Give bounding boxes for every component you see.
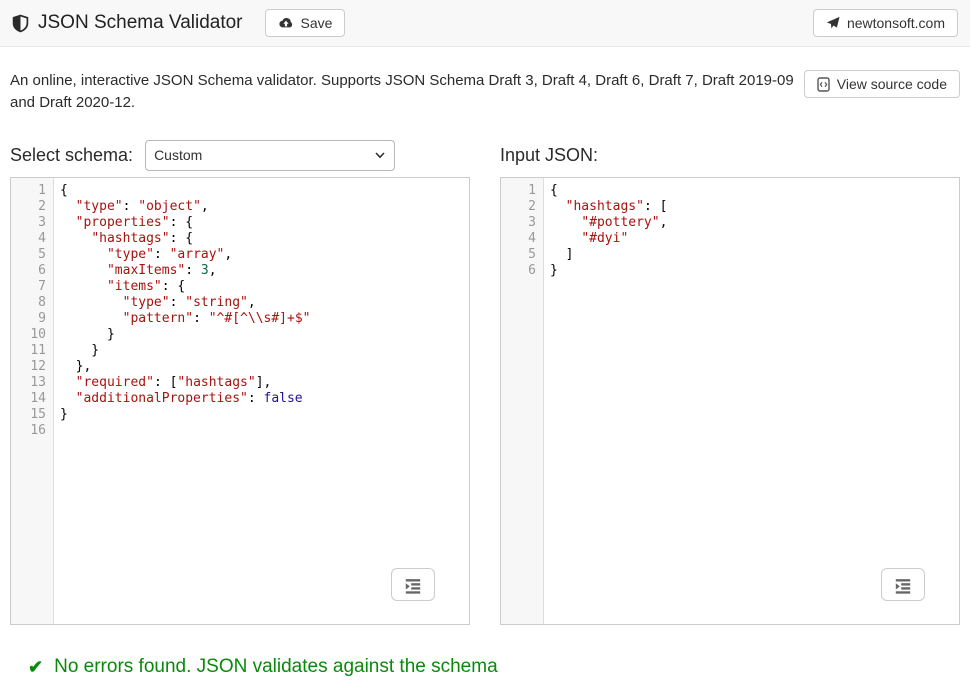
code-line: 3 "#pottery", <box>501 215 959 231</box>
line-number: 14 <box>11 391 54 407</box>
code-line: 2 "hashtags": [ <box>501 199 959 215</box>
schema-code: 1{2 "type": "object",3 "properties": {4 … <box>11 178 469 439</box>
newtonsoft-link-button[interactable]: newtonsoft.com <box>813 9 958 37</box>
brand: JSON Schema Validator <box>12 12 243 34</box>
code-line: 7 "items": { <box>11 279 469 295</box>
line-number: 7 <box>11 279 54 295</box>
select-schema-label: Select schema: <box>10 145 133 166</box>
line-number: 5 <box>11 247 54 263</box>
save-button-label: Save <box>301 15 333 31</box>
line-number: 6 <box>501 263 544 279</box>
code-line: 15} <box>11 407 469 423</box>
code-line: 2 "type": "object", <box>11 199 469 215</box>
line-number: 5 <box>501 247 544 263</box>
code-line: 11 } <box>11 343 469 359</box>
schema-editor[interactable]: 1{2 "type": "object",3 "properties": {4 … <box>10 177 470 625</box>
line-number: 2 <box>501 199 544 215</box>
navbar: JSON Schema Validator Save newtonsoft.co… <box>0 0 970 47</box>
code-line: 13 "required": ["hashtags"], <box>11 375 469 391</box>
schema-select[interactable]: Custom <box>145 140 395 171</box>
schema-panel: Select schema: Custom 1{2 "type": "objec… <box>10 138 470 625</box>
code-line: 5 ] <box>501 247 959 263</box>
code-line: 9 "pattern": "^#[^\\s#]+$" <box>11 311 469 327</box>
editor-panels: Select schema: Custom 1{2 "type": "objec… <box>10 138 960 625</box>
code-line: 8 "type": "string", <box>11 295 469 311</box>
indent-icon <box>892 576 914 594</box>
code-line: 12 }, <box>11 359 469 375</box>
status-message: No errors found. JSON validates against … <box>54 656 498 678</box>
json-editor[interactable]: 1{2 "hashtags": [3 "#pottery",4 "#dyi"5 … <box>500 177 960 625</box>
json-code: 1{2 "hashtags": [3 "#pottery",4 "#dyi"5 … <box>501 178 959 279</box>
code-line: 1{ <box>501 183 959 199</box>
newtonsoft-link-label: newtonsoft.com <box>847 15 945 31</box>
line-number: 3 <box>11 215 54 231</box>
main-content: An online, interactive JSON Schema valid… <box>0 70 970 678</box>
code-line: 6} <box>501 263 959 279</box>
line-number: 9 <box>11 311 54 327</box>
intro-section: An online, interactive JSON Schema valid… <box>10 70 960 114</box>
code-line: 14 "additionalProperties": false <box>11 391 469 407</box>
line-number: 10 <box>11 327 54 343</box>
code-line: 4 "#dyi" <box>501 231 959 247</box>
view-source-label: View source code <box>837 76 947 92</box>
line-number: 4 <box>501 231 544 247</box>
line-number: 4 <box>11 231 54 247</box>
app-description: An online, interactive JSON Schema valid… <box>10 70 804 114</box>
code-line: 6 "maxItems": 3, <box>11 263 469 279</box>
code-line: 16 <box>11 423 469 439</box>
code-line: 10 } <box>11 327 469 343</box>
schema-select-wrap: Custom <box>145 140 395 171</box>
validation-status: ✔ No errors found. JSON validates agains… <box>10 656 960 678</box>
line-number: 8 <box>11 295 54 311</box>
input-panel-header: Input JSON: <box>500 138 960 172</box>
line-number: 6 <box>11 263 54 279</box>
save-button[interactable]: Save <box>265 9 346 37</box>
shield-icon <box>12 14 29 33</box>
line-number: 15 <box>11 407 54 423</box>
line-number: 12 <box>11 359 54 375</box>
app-title: JSON Schema Validator <box>38 12 243 34</box>
line-number: 13 <box>11 375 54 391</box>
schema-panel-header: Select schema: Custom <box>10 138 470 172</box>
paper-plane-icon <box>826 16 840 30</box>
line-number: 16 <box>11 423 54 439</box>
line-number: 2 <box>11 199 54 215</box>
code-line: 4 "hashtags": { <box>11 231 469 247</box>
format-schema-button[interactable] <box>391 568 435 601</box>
code-line: 1{ <box>11 183 469 199</box>
cloud-upload-icon <box>278 17 294 30</box>
input-json-label: Input JSON: <box>500 145 598 166</box>
line-number: 1 <box>501 183 544 199</box>
code-line: 5 "type": "array", <box>11 247 469 263</box>
indent-icon <box>402 576 424 594</box>
check-icon: ✔ <box>28 658 43 676</box>
line-number: 3 <box>501 215 544 231</box>
code-line: 3 "properties": { <box>11 215 469 231</box>
line-number: 1 <box>11 183 54 199</box>
view-source-button[interactable]: View source code <box>804 70 960 98</box>
line-number: 11 <box>11 343 54 359</box>
source-code-icon <box>817 77 830 92</box>
format-json-button[interactable] <box>881 568 925 601</box>
input-json-panel: Input JSON: 1{2 "hashtags": [3 "#pottery… <box>500 138 960 625</box>
